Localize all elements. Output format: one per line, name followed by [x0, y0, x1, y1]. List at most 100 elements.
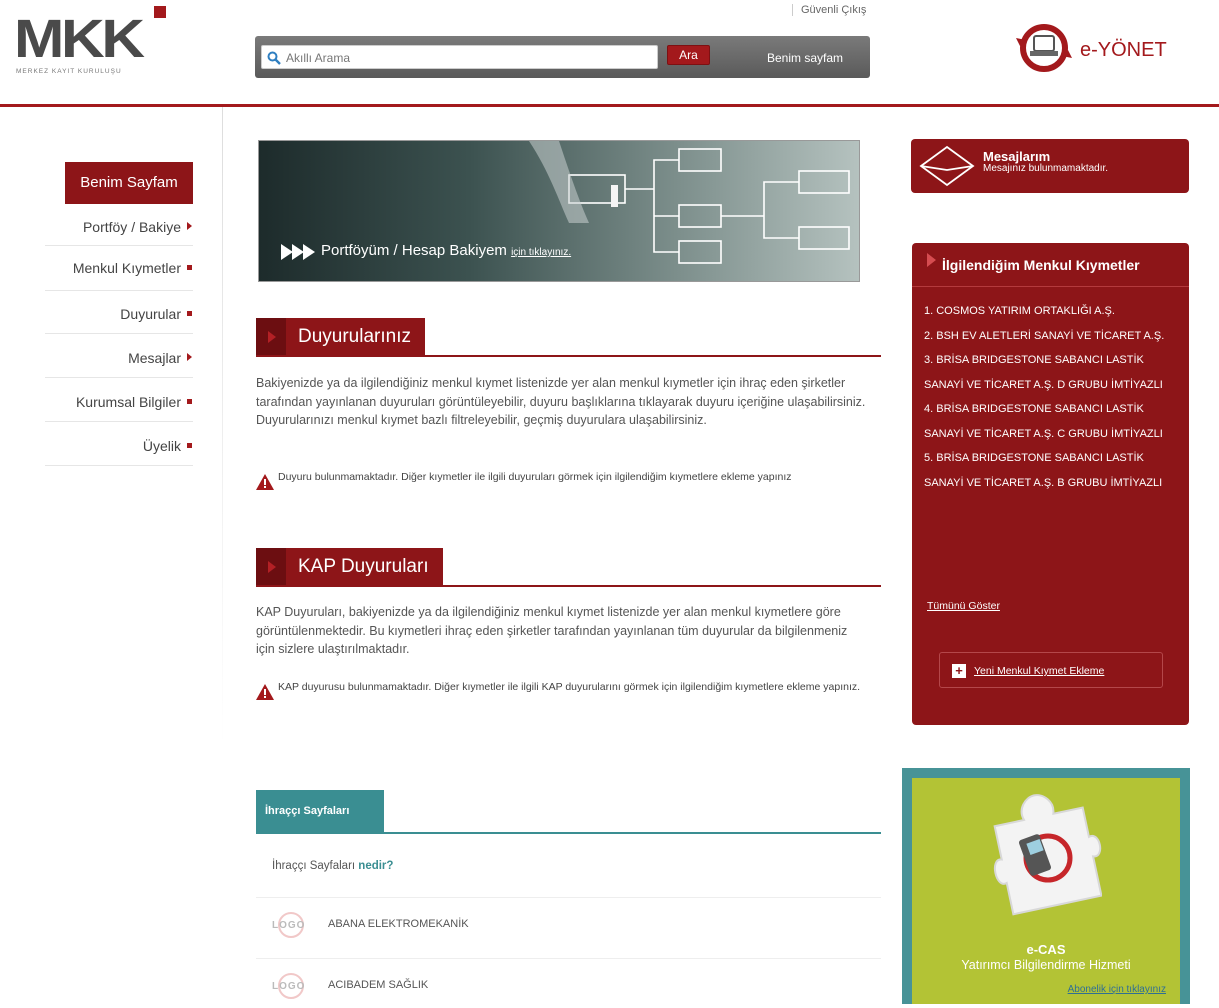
- tab-issuer-pages[interactable]: İhraççı Sayfaları: [256, 790, 384, 832]
- ecas-title: e-CAS: [1026, 942, 1066, 957]
- nav-item-corporate[interactable]: Kurumsal Bilgiler: [76, 394, 192, 410]
- arrow-right-icon: [927, 253, 936, 267]
- issuer-rule: [256, 832, 881, 834]
- eyonet-icon: [1016, 24, 1072, 72]
- plus-icon: +: [952, 664, 966, 678]
- nav-item-label: Mesajlar: [128, 350, 181, 366]
- messages-subtitle: Mesajınız bulunmamaktadır.: [983, 163, 1109, 174]
- nav-item-label: Üyelik: [142, 438, 181, 454]
- interested-securities-list: 1. COSMOS YATIRIM ORTAKLIĞI A.Ş. 2. BSH …: [924, 299, 1182, 495]
- portfolio-banner[interactable]: Portföyüm / Hesap Bakiyem için tıklayını…: [258, 140, 860, 282]
- square-bullet-icon: [187, 264, 192, 270]
- nav-item-label: Portföy / Bakiye: [82, 219, 181, 235]
- search-icon: [267, 51, 281, 65]
- search-input[interactable]: Akıllı Arama: [261, 45, 658, 69]
- issuer-logo-placeholder: LOGO: [272, 912, 314, 938]
- section-rule: [256, 585, 881, 587]
- nav-divider: [45, 245, 193, 246]
- logo-placeholder-text: LOGO: [272, 981, 306, 992]
- nav-item-label: Menkul Kıymetler: [72, 260, 181, 276]
- square-bullet-icon: [187, 310, 192, 316]
- announcements-warning-text: Duyuru bulunmamaktadır. Diğer kıymetler …: [278, 471, 792, 483]
- eyonet-label: e-YÖNET: [1080, 39, 1167, 61]
- ecas-promo[interactable]: e-CAS Yatırımcı Bilgilendirme Hizmeti Ab…: [902, 768, 1190, 1004]
- logo-text: MKK: [14, 9, 145, 69]
- kap-warning-text: KAP duyurusu bulunmamaktadır. Diğer kıym…: [278, 681, 861, 693]
- show-all-link[interactable]: Tümünü Göster: [927, 600, 1000, 612]
- issuer-name: ACIBADEM SAĞLIK: [328, 979, 429, 991]
- add-security-button[interactable]: + Yeni Menkul Kıymet Ekleme: [939, 652, 1163, 688]
- nav-item-membership[interactable]: Üyelik: [143, 438, 192, 454]
- interested-securities-header: İlgilendiğim Menkul Kıymetler: [912, 243, 1189, 287]
- arrow-right-icon: [187, 353, 192, 362]
- list-item[interactable]: LOGO ABANA ELEKTROMEKANİK: [256, 897, 881, 947]
- square-bullet-icon: [187, 442, 192, 448]
- ecas-subtitle: Yatırımcı Bilgilendirme Hizmeti: [961, 958, 1131, 972]
- warning-icon: [256, 684, 274, 700]
- envelope-icon: [919, 145, 975, 187]
- messages-box[interactable]: Mesajlarım Mesajınız bulunmamaktadır.: [911, 139, 1189, 193]
- banner-diagram-illustration: [529, 141, 850, 264]
- section-title-tab: KAP Duyuruları: [256, 548, 443, 586]
- double-arrow-icon: [281, 244, 315, 260]
- search-placeholder: Akıllı Arama: [286, 51, 351, 65]
- list-item[interactable]: 1. COSMOS YATIRIM ORTAKLIĞI A.Ş.: [924, 299, 1182, 324]
- logo-subtitle: MERKEZ KAYIT KURULUŞU: [16, 68, 122, 75]
- nav-item-messages[interactable]: Mesajlar: [128, 350, 192, 366]
- issuer-name: ABANA ELEKTROMEKANİK: [328, 918, 469, 930]
- search-bar: Akıllı Arama Ara Benim sayfam: [255, 36, 870, 78]
- nav-divider: [45, 465, 193, 466]
- nav-separator: [222, 107, 223, 747]
- arrow-right-icon: [187, 222, 192, 231]
- puzzle-phone-icon: [993, 794, 1102, 916]
- nav-divider: [45, 333, 193, 334]
- my-page-link[interactable]: Benim sayfam: [767, 51, 843, 65]
- issuer-question-prefix: İhraççı Sayfaları: [272, 860, 356, 872]
- announcements-description: Bakiyenizde ya da ilgilendiğiniz menkul …: [256, 376, 866, 427]
- ecas-inner: e-CAS Yatırımcı Bilgilendirme Hizmeti Ab…: [912, 778, 1180, 1004]
- logo-placeholder-text: LOGO: [272, 920, 306, 931]
- section-arrow-icon: [256, 318, 286, 356]
- announcements-title: Duyurularınız: [298, 326, 411, 347]
- add-security-label: Yeni Menkul Kıymet Ekleme: [974, 665, 1105, 677]
- interested-securities-title: İlgilendiğim Menkul Kıymetler: [942, 257, 1140, 273]
- interested-securities-panel: İlgilendiğim Menkul Kıymetler 1. COSMOS …: [912, 243, 1189, 725]
- eyonet-logo[interactable]: e-YÖNET: [1014, 24, 1174, 72]
- header-divider: [0, 104, 1219, 107]
- kap-title: KAP Duyuruları: [298, 556, 429, 577]
- list-item[interactable]: 3. BRİSA BRIDGESTONE SABANCI LASTİK SANA…: [924, 348, 1182, 397]
- section-title-tab: Duyurularınız: [256, 318, 425, 356]
- section-rule: [256, 355, 881, 357]
- nav-item-label: Duyurular: [120, 306, 181, 322]
- mkk-logo[interactable]: MKK MERKEZ KAYIT KURULUŞU: [14, 6, 174, 76]
- issuer-logo-placeholder: LOGO: [272, 973, 314, 999]
- nav-divider: [45, 421, 193, 422]
- nav-item-label: Kurumsal Bilgiler: [75, 394, 181, 410]
- list-item[interactable]: 5. BRİSA BRIDGESTONE SABANCI LASTİK SANA…: [924, 446, 1182, 495]
- banner-main: Portföyüm / Hesap Bakiyem: [321, 242, 507, 259]
- nav-divider: [45, 290, 193, 291]
- search-button[interactable]: Ara: [667, 45, 710, 65]
- kap-warning: KAP duyurusu bulunmamaktadır. Diğer kıym…: [256, 681, 866, 700]
- list-item[interactable]: 2. BSH EV ALETLERİ SANAYİ VE TİCARET A.Ş…: [924, 324, 1182, 349]
- list-item[interactable]: 4. BRİSA BRIDGESTONE SABANCI LASTİK SANA…: [924, 397, 1182, 446]
- list-item[interactable]: LOGO ACIBADEM SAĞLIK: [256, 958, 881, 1008]
- issuer-question: İhraççı Sayfaları nedir?: [272, 860, 393, 872]
- messages-title: Mesajlarım: [983, 149, 1051, 164]
- nav-item-portfolio[interactable]: Portföy / Bakiye: [83, 219, 192, 235]
- announcements-warning: Duyuru bulunmamaktadır. Diğer kıymetler …: [256, 471, 866, 490]
- ecas-subscribe-link[interactable]: Abonelik için tıklayınız: [1068, 984, 1166, 995]
- issuer-question-link[interactable]: nedir?: [358, 860, 393, 872]
- warning-icon: [256, 474, 274, 490]
- nav-item-my-page[interactable]: Benim Sayfam: [65, 162, 193, 204]
- logo-square: [154, 6, 166, 18]
- banner-text: Portföyüm / Hesap Bakiyem için tıklayını…: [321, 242, 571, 259]
- square-bullet-icon: [187, 398, 192, 404]
- nav-item-securities[interactable]: Menkul Kıymetler: [73, 260, 192, 276]
- banner-sub: için tıklayınız.: [511, 247, 572, 258]
- section-arrow-icon: [256, 548, 286, 586]
- safe-exit-link[interactable]: Güvenli Çıkış: [792, 4, 866, 16]
- kap-description: KAP Duyuruları, bakiyenizde ya da ilgile…: [256, 605, 848, 656]
- nav-item-announcements[interactable]: Duyurular: [120, 306, 192, 322]
- nav-divider: [45, 377, 193, 378]
